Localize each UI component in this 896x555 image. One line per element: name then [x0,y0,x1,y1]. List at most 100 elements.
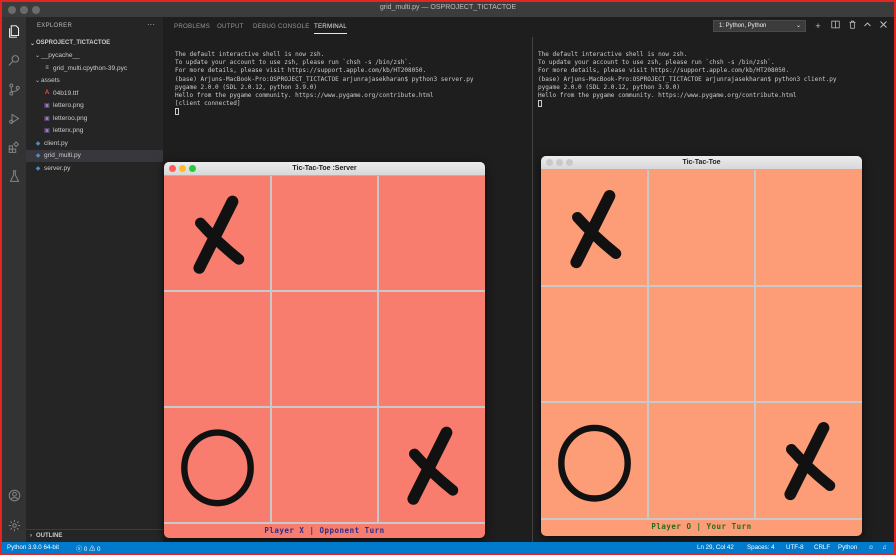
tree-file-server[interactable]: ◆ server.py [26,162,163,175]
settings-gear-icon[interactable] [6,517,22,533]
search-icon[interactable] [6,52,22,68]
tree-file-font[interactable]: A 04b19.ttf [26,87,163,100]
extensions-icon[interactable] [6,139,22,155]
notifications-bell-icon[interactable]: ♫ [882,544,887,551]
files-icon[interactable] [6,23,22,39]
tree-file-grid-multi[interactable]: ◆ grid_multi.py [26,149,163,162]
o-mark[interactable] [541,402,648,518]
terminal-line: For more details, please visit https://s… [175,67,427,75]
client-game-titlebar[interactable]: Tic-Tac-Toe [541,156,862,170]
board-cell[interactable] [755,170,862,286]
x-mark[interactable] [755,402,862,518]
board-cell[interactable] [648,402,755,518]
tree-file-client[interactable]: ◆ client.py [26,137,163,150]
client-game-title: Tic-Tac-Toe [682,159,721,166]
terminal-output-client[interactable]: The default interactive shell is now zsh… [538,51,837,109]
account-icon[interactable] [6,487,22,503]
server-game-titlebar[interactable]: Tic-Tac-Toe :Server [164,162,485,176]
new-terminal-icon[interactable]: + [812,20,824,32]
language-mode-status[interactable]: Python [838,544,857,551]
terminal-line: To update your account to use zsh, pleas… [538,59,775,67]
terminal-split-divider[interactable] [532,37,533,542]
terminal-output-server[interactable]: The default interactive shell is now zsh… [175,51,474,117]
testing-icon[interactable] [6,168,22,184]
terminal-line: The default interactive shell is now zsh… [175,51,325,58]
server-game-board[interactable] [164,176,485,538]
run-debug-icon[interactable] [6,110,22,126]
chevron-down-icon: ⌄ [34,53,41,60]
server-game-status: Player X | Opponent Turn [264,526,385,535]
board-cell[interactable] [271,176,378,291]
chevron-right-icon: › [30,533,32,539]
terminal-line: For more details, please visit https://s… [538,67,790,75]
board-cell[interactable] [541,286,648,402]
o-mark[interactable] [164,407,271,522]
title-bar: grid_multi.py — OSPROJECT_TICTACTOE [2,2,894,17]
terminal-line: (base) Arjuns-MacBook-Pro:OSPROJECT_TICT… [175,75,474,83]
tree-file-letterx[interactable]: ▣ letterx.png [26,125,163,138]
tab-output[interactable]: OUTPUT [217,23,244,30]
client-game-status: Player O | Your Turn [651,522,752,531]
tree-file-letteroo[interactable]: ▣ letteroo.png [26,112,163,125]
server-game-window[interactable]: Tic-Tac-Toe :Server Player X | Opponent … [164,162,485,538]
file-lines-icon: ≡ [45,65,49,72]
panel-tabs: PROBLEMS OUTPUT DEBUG CONSOLE TERMINAL 1… [163,17,894,37]
grid-line-horizontal [164,522,485,524]
terminal-line: pygame 2.0.0 (SDL 2.0.12, python 3.9.0) [175,83,317,91]
board-cell[interactable] [755,286,862,402]
feedback-icon[interactable]: ☺ [868,544,874,551]
x-mark[interactable] [541,170,648,286]
source-control-icon[interactable] [6,81,22,97]
chevron-down-icon: ⌄ [34,78,41,85]
terminal-line: The default interactive shell is now zsh… [538,51,688,58]
status-bar: Python 3.9.0 64-bit ⓧ 0 ⚠ 0 Ln 29, Col 4… [2,542,894,553]
board-cell[interactable] [271,407,378,522]
outline-section[interactable]: › OUTLINE [26,529,163,542]
chevron-up-icon[interactable] [861,20,873,32]
tab-terminal[interactable]: TERMINAL [314,23,347,34]
terminal-cursor [175,108,179,116]
python-interpreter-status[interactable]: Python 3.9.0 64-bit [7,544,59,551]
terminal-cursor [538,100,542,108]
tree-file-lettero[interactable]: ▣ lettero.png [26,100,163,113]
x-mark[interactable] [164,176,271,291]
error-icon: ⓧ [76,546,83,553]
close-panel-icon[interactable] [877,20,889,32]
terminal-line: (base) Arjuns-MacBook-Pro:OSPROJECT_TICT… [538,75,837,83]
board-cell[interactable] [378,291,485,406]
tree-file-pyc[interactable]: ≡ grid_multi.cpython-39.pyc [26,62,163,75]
activity-bar [2,17,26,542]
client-game-window[interactable]: Tic-Tac-Toe Player O | Your Turn [541,156,862,536]
chevron-down-icon: ⌄ [795,23,801,29]
board-cell[interactable] [378,176,485,291]
encoding-status[interactable]: UTF-8 [786,544,804,551]
indentation-status[interactable]: Spaces: 4 [747,544,775,551]
chevron-down-icon: ⌄ [29,40,36,47]
tab-debug-console[interactable]: DEBUG CONSOLE [253,23,310,30]
terminal-line: To update your account to use zsh, pleas… [175,59,412,67]
more-actions-icon[interactable]: ··· [147,20,155,29]
cursor-position-status[interactable]: Ln 29, Col 42 [697,544,734,551]
tree-root-folder[interactable]: ⌄ OSPROJECT_TICTACTOE [26,37,163,50]
client-game-board[interactable] [541,170,862,536]
problems-status[interactable]: ⓧ 0 ⚠ 0 [76,544,100,553]
image-file-icon: ▣ [44,103,50,110]
tree-folder-pycache[interactable]: ⌄ __pycache__ [26,50,163,63]
python-file-icon: ◆ [35,153,41,160]
tree-folder-assets[interactable]: ⌄ assets [26,75,163,88]
board-cell[interactable] [648,286,755,402]
trash-icon[interactable] [846,20,858,32]
split-terminal-icon[interactable] [829,20,841,32]
font-file-icon: A [44,90,50,97]
python-file-icon: ◆ [35,140,41,147]
explorer-title: EXPLORER [37,23,73,29]
board-cell[interactable] [164,291,271,406]
eol-status[interactable]: CRLF [814,544,830,551]
x-mark[interactable] [378,407,485,522]
board-cell[interactable] [648,170,755,286]
board-cell[interactable] [271,291,378,406]
warning-icon: ⚠ [89,546,96,553]
tab-problems[interactable]: PROBLEMS [174,23,210,30]
terminal-select-dropdown[interactable]: 1: Python, Python ⌄ [713,20,806,32]
grid-line-horizontal [541,518,862,520]
